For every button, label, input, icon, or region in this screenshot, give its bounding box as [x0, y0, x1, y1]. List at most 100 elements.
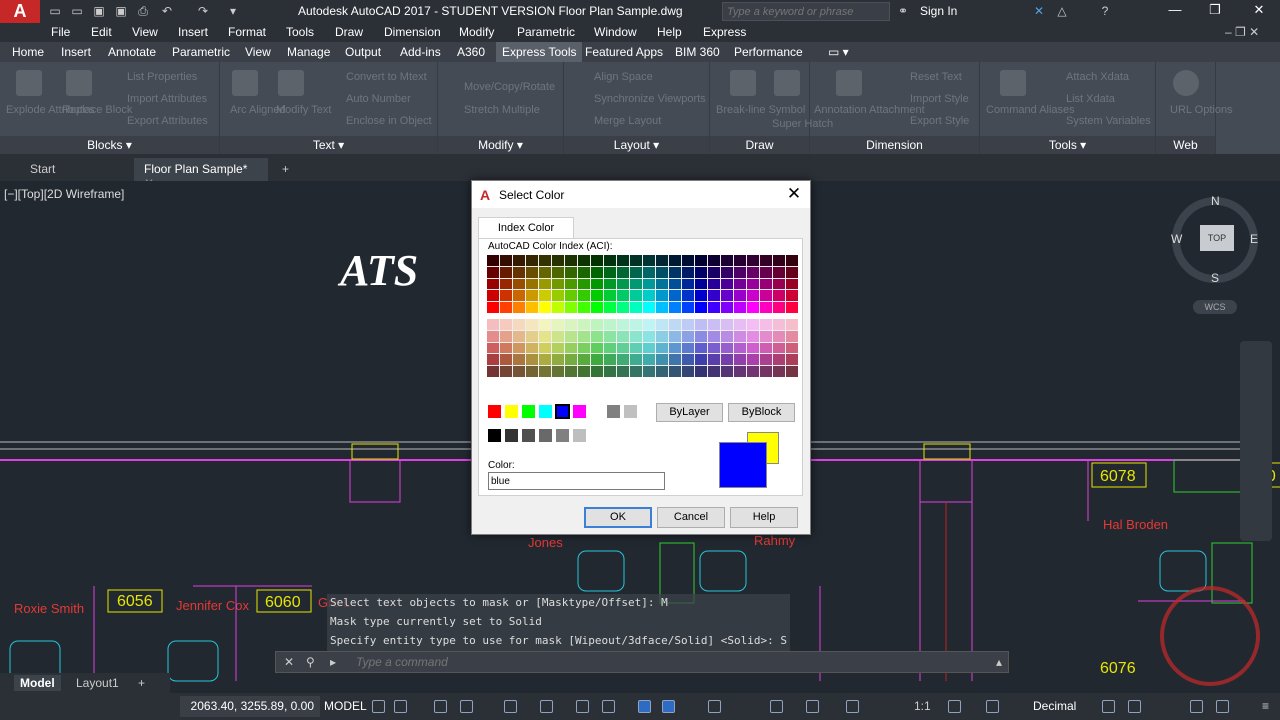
workspace-gear-icon[interactable] — [948, 700, 961, 713]
aci-swatch[interactable] — [500, 266, 512, 278]
standard-color-swatch[interactable] — [606, 404, 621, 419]
aci-swatch[interactable] — [591, 366, 603, 377]
aci-swatch[interactable] — [604, 302, 616, 313]
aci-swatch[interactable] — [643, 290, 655, 302]
tab-insert[interactable]: Insert — [61, 45, 91, 59]
aci-swatch[interactable] — [526, 302, 538, 313]
aci-swatch[interactable] — [487, 342, 499, 354]
close-button[interactable]: ✕ — [1244, 2, 1274, 20]
aci-swatch[interactable] — [734, 255, 746, 266]
tab-manage[interactable]: Manage — [287, 45, 330, 59]
command-input[interactable] — [356, 655, 956, 669]
aci-swatch[interactable] — [734, 319, 746, 330]
gray-color-swatch[interactable] — [487, 428, 502, 443]
aci-swatch[interactable] — [578, 342, 590, 354]
aci-swatch[interactable] — [630, 278, 642, 290]
aci-swatch[interactable] — [617, 342, 629, 354]
panel-web-label[interactable]: Web — [1156, 136, 1215, 154]
aci-swatch[interactable] — [721, 354, 733, 366]
aci-swatch[interactable] — [487, 354, 499, 366]
aci-swatch[interactable] — [552, 342, 564, 354]
aci-swatch[interactable] — [539, 255, 551, 266]
byblock-button[interactable]: ByBlock — [728, 403, 795, 422]
aci-swatch[interactable] — [747, 290, 759, 302]
aci-swatch[interactable] — [539, 354, 551, 366]
object-snap-tracking-icon[interactable] — [540, 700, 553, 713]
aci-swatch[interactable] — [656, 366, 668, 377]
aci-swatch[interactable] — [552, 278, 564, 290]
viewcube-north[interactable]: N — [1211, 194, 1220, 208]
tab-parametric[interactable]: Parametric — [172, 45, 230, 59]
aci-swatch[interactable] — [643, 255, 655, 266]
aci-swatch[interactable] — [708, 366, 720, 377]
viewcube-west[interactable]: W — [1171, 232, 1182, 246]
tab-annotate[interactable]: Annotate — [108, 45, 156, 59]
autocad-app-menu-icon[interactable]: A — [0, 0, 40, 23]
aci-swatch[interactable] — [656, 290, 668, 302]
aci-swatch[interactable] — [500, 330, 512, 342]
aci-swatch[interactable] — [669, 354, 681, 366]
aci-swatch[interactable] — [591, 319, 603, 330]
aci-swatch[interactable] — [734, 354, 746, 366]
aci-swatch[interactable] — [656, 255, 668, 266]
bylayer-button[interactable]: ByLayer — [656, 403, 723, 422]
aci-swatch[interactable] — [747, 302, 759, 313]
tab-index-color[interactable]: Index Color — [478, 217, 574, 239]
aci-swatch[interactable] — [721, 290, 733, 302]
aci-swatch[interactable] — [578, 278, 590, 290]
tab-bim-360[interactable]: BIM 360 — [675, 45, 720, 59]
aci-swatch[interactable] — [630, 290, 642, 302]
aci-swatch[interactable] — [734, 342, 746, 354]
aci-swatch[interactable] — [539, 366, 551, 377]
color-input[interactable] — [488, 472, 665, 490]
search-input[interactable] — [722, 2, 890, 21]
aci-swatch[interactable] — [617, 302, 629, 313]
aci-swatch[interactable] — [734, 266, 746, 278]
aci-swatch[interactable] — [513, 302, 525, 313]
gray-color-swatch[interactable] — [538, 428, 553, 443]
aci-swatch[interactable] — [643, 330, 655, 342]
aci-swatch[interactable] — [591, 278, 603, 290]
aci-swatch[interactable] — [734, 278, 746, 290]
tab-model[interactable]: Model — [14, 675, 61, 691]
aci-swatch[interactable] — [565, 290, 577, 302]
aci-swatch[interactable] — [643, 302, 655, 313]
aci-swatch[interactable] — [708, 342, 720, 354]
aci-swatch[interactable] — [682, 319, 694, 330]
aci-swatch[interactable] — [487, 255, 499, 266]
aci-swatch[interactable] — [708, 266, 720, 278]
aci-swatch[interactable] — [721, 366, 733, 377]
customization-menu-icon[interactable]: ≡ — [1262, 699, 1269, 713]
isodraft-icon[interactable] — [504, 700, 517, 713]
aci-swatch[interactable] — [669, 290, 681, 302]
aci-swatch[interactable] — [487, 366, 499, 377]
aci-swatch[interactable] — [500, 319, 512, 330]
aci-swatch[interactable] — [565, 302, 577, 313]
tab-output[interactable]: Output — [345, 45, 381, 59]
lineweight-icon[interactable] — [602, 700, 615, 713]
aci-swatch[interactable] — [734, 290, 746, 302]
aci-swatch[interactable] — [669, 330, 681, 342]
aci-swatch[interactable] — [656, 266, 668, 278]
aci-swatch[interactable] — [578, 319, 590, 330]
aci-swatch[interactable] — [552, 290, 564, 302]
aci-swatch[interactable] — [734, 330, 746, 342]
aci-swatch[interactable] — [656, 302, 668, 313]
snap-icon[interactable] — [394, 700, 407, 713]
aci-swatch[interactable] — [513, 290, 525, 302]
annotation-monitor-icon[interactable] — [986, 700, 999, 713]
standard-color-swatch[interactable] — [572, 404, 587, 419]
aci-swatch[interactable] — [513, 319, 525, 330]
aci-swatch[interactable] — [617, 278, 629, 290]
panel-modify-label[interactable]: Modify ▾ — [438, 136, 563, 154]
aci-swatch[interactable] — [682, 302, 694, 313]
command-history-toggle-icon[interactable]: ▴ — [996, 655, 1002, 669]
aci-swatch[interactable] — [656, 330, 668, 342]
standard-color-swatch[interactable] — [555, 404, 570, 419]
tab-a360[interactable]: A360 — [457, 45, 485, 59]
aci-swatch[interactable] — [630, 354, 642, 366]
aci-swatch[interactable] — [747, 342, 759, 354]
open-icon[interactable]: ▭ — [70, 4, 84, 18]
close-command-icon[interactable]: ✕ — [284, 655, 294, 669]
aci-swatch[interactable] — [708, 319, 720, 330]
